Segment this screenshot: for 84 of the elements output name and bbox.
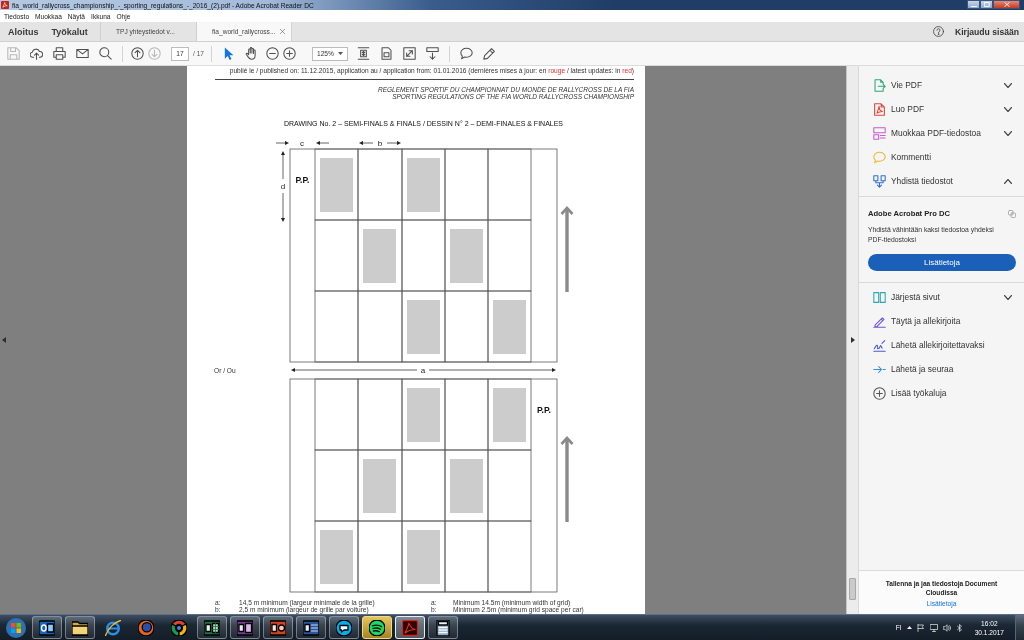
layout-icon [873,126,886,140]
pdf-page-icon [873,102,886,116]
maximize-icon [983,2,990,7]
ring-logo-icon [105,619,121,636]
arrow-down-icon [148,47,161,60]
dimension-label: b [377,138,383,148]
show-hidden-icons-icon [906,626,912,629]
fit-page-icon [356,47,370,60]
music-icon [369,619,385,636]
tool-item[interactable]: Yhdistä tiedostot [859,169,1024,193]
nav-tab[interactable]: Aloitus [8,26,39,37]
dimension-arrow [359,140,374,145]
close-icon [280,29,285,34]
pane-toggle-icon[interactable] [2,337,6,343]
pages-icon [873,290,886,304]
page-icon [379,47,393,60]
wheel-logo-icon [171,619,187,636]
pane-toggle-icon[interactable] [850,337,855,343]
tool-item[interactable]: Vie PDF [859,73,1024,97]
presentation-icon [270,619,286,636]
learn-more-button[interactable]: Lisätietoja [868,254,1016,271]
help-icon [933,26,944,37]
tool-item[interactable]: Lisää työkaluja [859,381,1024,405]
globe-logo-icon [138,619,154,636]
calculator-icon [435,619,451,636]
dimension-arrow [316,140,330,145]
close-button[interactable] [993,0,1020,9]
dimension-arrow [275,140,289,145]
start-orb-icon [6,617,26,638]
chat-icon [336,619,352,636]
caret-icon [338,52,343,55]
hand-icon [244,47,258,60]
dimension-label: d [280,181,286,191]
scroll-icon [425,47,439,60]
tool-item[interactable]: Lähetä allekirjoitettavaksi [859,333,1024,357]
tool-item[interactable]: Muokkaa PDF-tiedostoa [859,121,1024,145]
flag-icon [916,623,925,632]
signature-icon [873,338,886,352]
tool-item[interactable]: Täytä ja allekirjoita [859,309,1024,333]
bluetooth-icon [955,623,964,632]
spreadsheet-icon [204,619,220,636]
print-icon [52,47,66,60]
minimize-button[interactable] [967,0,980,9]
zoom-out-icon [266,47,279,60]
scrollbar-thumb[interactable] [849,578,856,600]
document-icon [303,619,319,636]
mail-icon [75,47,89,60]
taskbar-button[interactable] [362,616,392,639]
speech-bubble-icon [873,150,886,164]
arrow-up-icon [131,47,144,60]
pole-position-label: P.P. [537,404,551,415]
copy-icon [1008,209,1016,218]
nav-tab[interactable]: Työkalut [51,26,88,37]
expand-icon [402,47,416,60]
close-icon [1003,2,1010,7]
tool-item[interactable]: Kommentti [859,145,1024,169]
save-icon [6,47,20,60]
dimension-arrow [281,150,285,179]
notebook-icon [237,619,253,636]
upload-icon [29,47,43,60]
merge-files-icon [873,174,886,188]
show-desktop-button[interactable] [1015,615,1024,640]
mail-app-icon [39,619,55,636]
speech-bubble-icon [459,47,473,60]
search-icon [98,47,112,60]
pole-position-label: P.P. [295,174,310,185]
dimension-label: a [420,365,426,375]
dimension-label: c [300,138,304,148]
sign-in-link[interactable]: Kirjaudu sisään [955,26,1019,37]
dimension-arrow [386,140,401,145]
tool-item[interactable]: Järjestä sivut [859,285,1024,309]
page-arrow-icon [873,78,886,92]
tool-item[interactable]: Luo PDF [859,97,1024,121]
maximize-button[interactable] [980,0,993,9]
pen-icon [482,47,496,60]
tool-item[interactable]: Lähetä ja seuraa [859,357,1024,381]
folder-icon [72,619,88,636]
volume-icon [942,623,951,632]
dimension-arrow [281,192,285,222]
plus-icon [873,386,886,400]
zoom-in-icon [283,47,296,60]
pen-icon [873,314,886,328]
network-icon [929,623,938,632]
pdf-icon [402,619,418,636]
